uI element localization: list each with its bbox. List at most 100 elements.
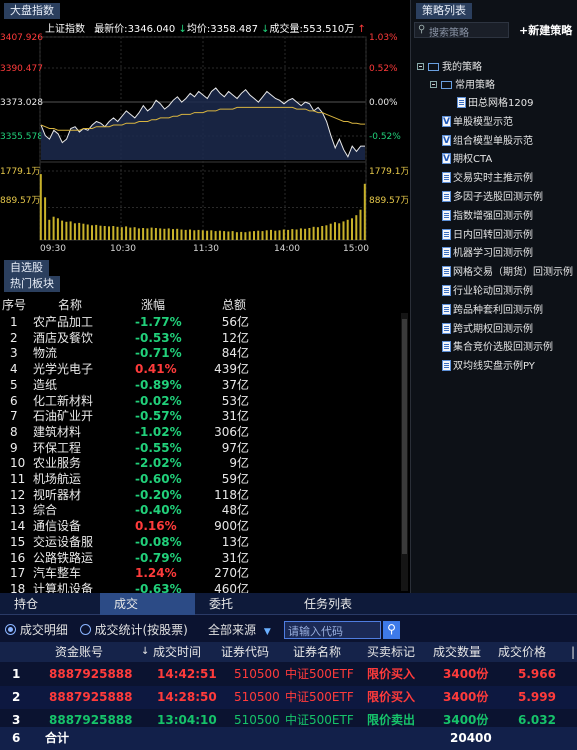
header-change[interactable]: 涨幅 [141, 296, 165, 313]
new-strategy-button[interactable]: +新建策略 [519, 22, 572, 38]
volume-bar [342, 221, 345, 240]
strategy-item[interactable]: 行业轮动回测示例 [442, 283, 533, 300]
sector-row[interactable]: 16 公路铁路运 -0.79% 31亿 [0, 551, 400, 567]
header-name[interactable]: 名称 [58, 296, 82, 313]
sector-scrollbar[interactable] [401, 313, 408, 591]
sector-name: 计算机设备 [33, 581, 94, 593]
header-index[interactable]: 序号 [2, 296, 26, 313]
th-qty[interactable]: 成交数量 [433, 642, 481, 662]
sector-row[interactable]: 15 交运设备服 -0.08% 13亿 [0, 535, 400, 551]
scrollbar-thumb[interactable] [402, 319, 407, 554]
th-code[interactable]: 证券代码 [221, 642, 269, 662]
strategy-label: 组合模型单股示范 [453, 135, 533, 147]
strategy-item[interactable]: 田总网格1209 [457, 95, 533, 112]
volume-bar [78, 222, 81, 240]
sector-row[interactable]: 10 农业服务 -2.02% 9亿 [0, 456, 400, 472]
collapse-icon[interactable] [430, 81, 437, 88]
tab-orders[interactable]: 委托 [195, 593, 290, 615]
strategy-item[interactable]: 跨品种套利回测示例 [442, 302, 543, 319]
th-more[interactable]: | [571, 642, 575, 662]
strategy-item[interactable]: 集合竞价选股回测示例 [442, 339, 553, 356]
header-amount[interactable]: 总额 [222, 296, 246, 313]
tab-strategy-list[interactable]: 策略列表 [416, 3, 472, 19]
sector-change: -0.40% [135, 503, 182, 518]
strategy-item[interactable]: 多因子选股回测示例 [442, 189, 543, 206]
sector-row[interactable]: 7 石油矿业开 -0.57% 31亿 [0, 409, 400, 425]
sector-amount: 37亿 [221, 377, 249, 392]
strategy-search-input[interactable]: ⚲ 搜索策略 [414, 22, 509, 39]
sector-row[interactable]: 4 光学光电子 0.41% 439亿 [0, 362, 400, 378]
code-search-input[interactable]: 请输入代码 [284, 621, 381, 639]
tree-my-strategies[interactable]: 我的策略 [417, 59, 482, 76]
sector-row[interactable]: 17 汽车整车 1.24% 270亿 [0, 566, 400, 582]
tab-fills[interactable]: 成交 [100, 593, 195, 615]
tab-task-list[interactable]: 任务列表 [290, 593, 385, 615]
volume-bar [235, 232, 238, 240]
volume-bar [210, 230, 213, 240]
th-price[interactable]: 成交价格 [498, 642, 546, 662]
total-row: 6 合计 20400 [0, 727, 577, 750]
tab-watchlist[interactable]: 自选股 [4, 260, 49, 276]
fill-row[interactable]: 1 8887925888 14:42:51 510500 中证500ETF 限价买入 340… [0, 663, 577, 686]
fill-qty: 3400份 [443, 690, 489, 704]
tab-positions[interactable]: 持仓 [0, 593, 100, 615]
volume-bar [172, 229, 174, 240]
radio-stat[interactable] [79, 624, 91, 635]
strategy-item[interactable]: 交易实时主推示例 [442, 170, 533, 187]
sector-row[interactable]: 1 农产品加工 -1.77% 56亿 [0, 315, 400, 331]
strategy-item[interactable]: 双均线实盘示例PY [442, 358, 535, 375]
th-time[interactable]: 成交时间 [153, 642, 201, 662]
sector-row[interactable]: 2 酒店及餐饮 -0.53% 12亿 [0, 331, 400, 347]
sector-row[interactable]: 9 环保工程 -0.55% 97亿 [0, 441, 400, 457]
time-tick: 11:30 [193, 244, 219, 254]
source-select[interactable]: 全部来源 ▼ [208, 621, 271, 639]
sector-change: -0.63% [135, 581, 182, 593]
volume-bar [176, 228, 179, 240]
sort-down-icon[interactable]: ↓ [141, 642, 149, 662]
sector-row[interactable]: 14 通信设备 0.16% 900亿 [0, 519, 400, 535]
sector-row[interactable]: 8 建筑材料 -1.02% 306亿 [0, 425, 400, 441]
th-account[interactable]: 资金账号 [55, 642, 103, 662]
strategy-file-icon [442, 209, 451, 221]
sector-row[interactable]: 12 视听器材 -0.20% 118亿 [0, 488, 400, 504]
strategy-file-icon [442, 322, 451, 334]
sector-amount: 12亿 [221, 330, 249, 345]
tree-common-strategies[interactable]: 常用策略 [430, 77, 495, 94]
strategy-item[interactable]: 跨式期权回测示例 [442, 321, 533, 338]
time-tick: 14:00 [274, 244, 300, 254]
sector-row[interactable]: 18 计算机设备 -0.63% 460亿 [0, 582, 400, 593]
total-label: 合计 [45, 731, 70, 745]
th-side[interactable]: 买卖标记 [367, 642, 415, 662]
strategy-item[interactable]: 网格交易（期货）回测示例 [442, 264, 573, 281]
fill-time: 14:28:50 [157, 690, 217, 704]
radio-detail-label[interactable]: 成交明细 [20, 623, 68, 637]
sector-row[interactable]: 11 机场航运 -0.60% 59亿 [0, 472, 400, 488]
volume-bar [231, 231, 234, 240]
sector-row[interactable]: 13 综合 -0.40% 48亿 [0, 503, 400, 519]
th-name[interactable]: 证券名称 [293, 642, 341, 662]
strategy-item[interactable]: 组合模型单股示范 [442, 133, 533, 150]
radio-stat-label[interactable]: 成交统计(按股票) [95, 623, 188, 637]
collapse-icon[interactable] [417, 63, 424, 70]
price-tick-right: -0.52% [369, 132, 401, 142]
strategy-label: 行业轮动回测示例 [453, 286, 533, 297]
sector-change: -0.89% [135, 377, 182, 392]
strategy-item[interactable]: 单股模型示范 [442, 114, 513, 131]
volume-bar [312, 226, 315, 240]
strategy-item[interactable]: 指数增强回测示例 [442, 208, 533, 225]
strategy-item[interactable]: 机器学习回测示例 [442, 245, 533, 262]
sector-row[interactable]: 6 化工新材料 -0.02% 53亿 [0, 394, 400, 410]
strategy-item[interactable]: 期权CTA [442, 151, 492, 168]
fill-side: 限价买入 [367, 690, 416, 704]
volume-bar [137, 228, 140, 240]
tab-hot-sectors[interactable]: 热门板块 [4, 276, 60, 292]
volume-bar [287, 229, 290, 240]
strategy-item[interactable]: 日内回转回测示例 [442, 227, 533, 244]
radio-detail[interactable] [5, 624, 16, 635]
sector-amount: 118亿 [214, 487, 249, 502]
search-icon[interactable]: ⚲ [383, 621, 400, 639]
sector-row[interactable]: 3 物流 -0.71% 84亿 [0, 346, 400, 362]
volume-bar [150, 227, 153, 240]
fill-row[interactable]: 2 8887925888 14:28:50 510500 中证500ETF 限价买入 340… [0, 686, 577, 709]
sector-row[interactable]: 5 造纸 -0.89% 37亿 [0, 378, 400, 394]
